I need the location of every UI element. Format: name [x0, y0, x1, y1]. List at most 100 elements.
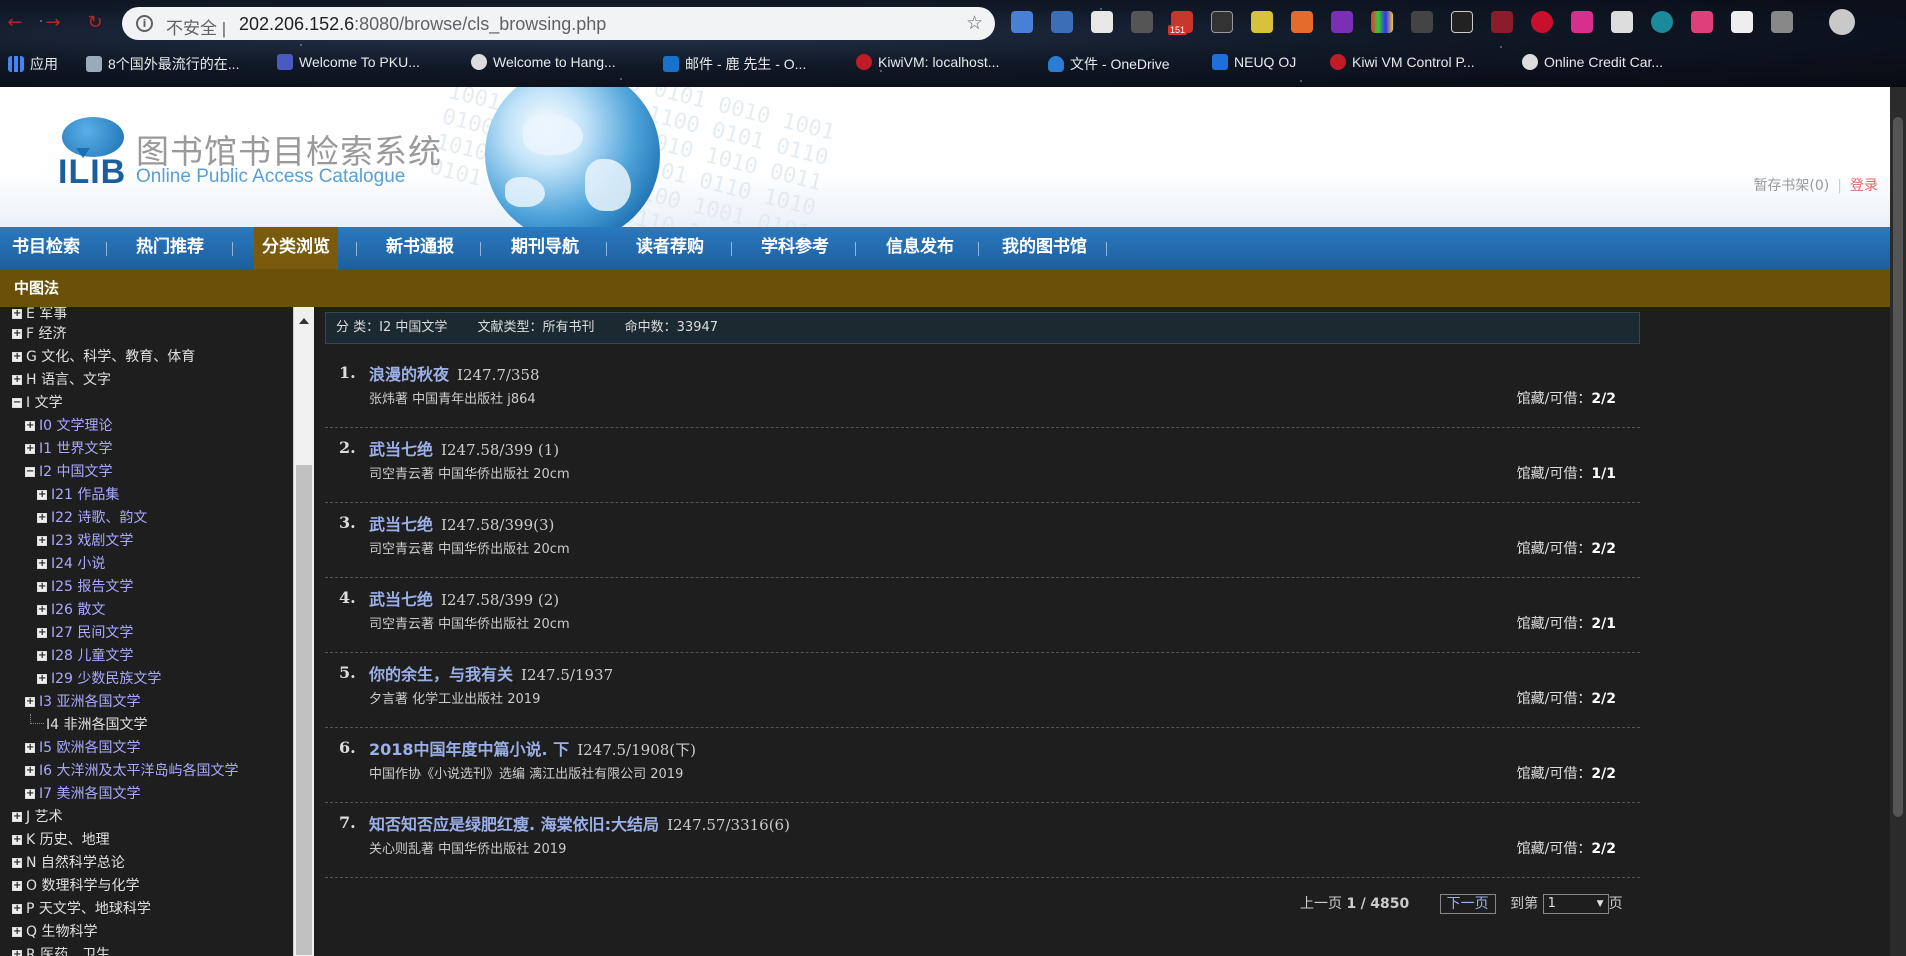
bookmark-item[interactable]: 8个国外最流行的在...: [86, 54, 239, 74]
bookmark-item[interactable]: Online Credit Car...: [1522, 54, 1663, 70]
profile-avatar[interactable]: [1829, 9, 1855, 35]
nav-search[interactable]: 书目检索: [12, 227, 80, 269]
reload-button[interactable]: ↻: [84, 12, 106, 34]
extension-icon[interactable]: [1451, 11, 1473, 33]
tree-node[interactable]: + I6 大洋洲及太平洋岛屿各国文学: [25, 760, 239, 780]
extension-icon[interactable]: [1691, 11, 1713, 33]
extension-icon[interactable]: [1051, 11, 1073, 33]
scroll-up-icon[interactable]: [299, 313, 309, 324]
result-title-link[interactable]: 武当七绝 I247.58/399(3): [369, 511, 554, 535]
tree-node-selected[interactable]: − I2 中国文学: [25, 461, 113, 481]
extension-icon[interactable]: [1371, 11, 1393, 33]
bookmark-item[interactable]: 邮件 - 鹿 先生 - O...: [663, 54, 806, 74]
result-title-link[interactable]: 武当七绝 I247.58/399 (1): [369, 436, 559, 460]
tree-node[interactable]: + I3 亚洲各国文学: [25, 691, 141, 711]
tree-node[interactable]: + I21 作品集: [37, 484, 119, 504]
extension-icon[interactable]: [1571, 11, 1593, 33]
tree-node[interactable]: + I1 世界文学: [25, 438, 113, 458]
extension-icon[interactable]: [1651, 11, 1673, 33]
extension-icon[interactable]: [1611, 11, 1633, 33]
bookmark-apps[interactable]: 应用: [8, 54, 58, 74]
tree-node[interactable]: + E 军事: [12, 307, 67, 323]
tree-node[interactable]: + I24 小说: [37, 553, 105, 573]
bookmark-star-icon[interactable]: ☆: [966, 12, 983, 34]
next-page-button[interactable]: 下一页: [1439, 894, 1496, 914]
nav-recommend[interactable]: 读者荐购: [636, 227, 704, 269]
result-title-link[interactable]: 你的余生，与我有关 I247.5/1937: [369, 661, 613, 685]
insecure-label: 不安全 |: [166, 19, 227, 38]
bookmark-item[interactable]: KiwiVM: localhost...: [856, 54, 999, 70]
result-title-link[interactable]: 浪漫的秋夜 I247.7/358: [369, 361, 540, 385]
extension-icon[interactable]: [1011, 11, 1033, 33]
tree-node-expanded[interactable]: − I 文学: [12, 392, 63, 412]
extension-icon[interactable]: [1731, 11, 1753, 33]
result-meta: 中国作协《小说选刊》选编 漓江出版社有限公司 2019: [369, 767, 684, 782]
url-text[interactable]: 202.206.152.6:8080/browse/cls_browsing.p…: [239, 14, 606, 35]
tree-node-leaf[interactable]: I4 非洲各国文学: [30, 714, 148, 734]
tree-node[interactable]: + I7 美洲各国文学: [25, 783, 141, 803]
tree-node[interactable]: + G 文化、科学、教育、体育: [12, 346, 195, 366]
page-scrollbar-thumb[interactable]: [1893, 117, 1903, 817]
tree-node[interactable]: + I0 文学理论: [25, 415, 113, 435]
login-link[interactable]: 登录: [1850, 178, 1878, 194]
extension-icon[interactable]: [1771, 11, 1793, 33]
tree-node[interactable]: + I27 民间文学: [37, 622, 133, 642]
forward-button[interactable]: →: [42, 12, 64, 34]
extension-icon[interactable]: [1131, 11, 1153, 33]
tree-node[interactable]: + N 自然科学总论: [12, 852, 125, 872]
tree-node[interactable]: + I29 少数民族文学: [37, 668, 161, 688]
nav-popular[interactable]: 热门推荐: [136, 227, 204, 269]
extension-icon[interactable]: [1251, 11, 1273, 33]
adblock-icon[interactable]: [1531, 11, 1553, 33]
result-number: 7.: [339, 813, 356, 832]
main-nav: 书目检索 热门推荐 分类浏览 新书通报 期刊导航 读者荐购 学科参考 信息发布 …: [0, 227, 1890, 269]
address-bar[interactable]: i 不安全 | 202.206.152.6:8080/browse/cls_br…: [122, 7, 995, 40]
tree-node[interactable]: + H 语言、文字: [12, 369, 111, 389]
tree-node[interactable]: + R 医药、卫生: [12, 944, 110, 956]
tree-node[interactable]: + F 经济: [12, 323, 67, 343]
onenote-icon[interactable]: [1331, 11, 1353, 33]
goto-page-select[interactable]: 1: [1542, 894, 1609, 914]
extension-icon[interactable]: [1291, 11, 1313, 33]
result-title-link[interactable]: 武当七绝 I247.58/399 (2): [369, 586, 559, 610]
tree-node[interactable]: + I28 儿童文学: [37, 645, 133, 665]
tree-node[interactable]: + P 天文学、地球科学: [12, 898, 151, 918]
holdings: 馆藏/可借：2/2: [1516, 541, 1616, 557]
info-icon[interactable]: i: [136, 15, 153, 32]
bookmark-item[interactable]: NEUQ OJ: [1212, 54, 1296, 70]
result-title-link[interactable]: 知否知否应是绿肥红瘦. 海棠依旧:大结局 I247.57/3316(6): [369, 811, 790, 835]
tree-node[interactable]: + I26 散文: [37, 599, 105, 619]
tree-node[interactable]: + Q 生物科学: [12, 921, 97, 941]
scrollbar-thumb[interactable]: [296, 465, 312, 955]
nav-journals[interactable]: 期刊导航: [511, 227, 579, 269]
tree-node[interactable]: + I22 诗歌、韵文: [37, 507, 147, 527]
tree-scrollbar[interactable]: [293, 307, 314, 956]
nav-my-library[interactable]: 我的图书馆: [1002, 227, 1087, 269]
tree-node[interactable]: + I5 欧洲各国文学: [25, 737, 141, 757]
nav-new-books[interactable]: 新书通报: [386, 227, 454, 269]
logo-icon: [62, 117, 124, 158]
back-button[interactable]: ←: [4, 12, 26, 34]
nav-subject[interactable]: 学科参考: [761, 227, 829, 269]
tree-node[interactable]: + O 数理科学与化学: [12, 875, 139, 895]
extension-icon[interactable]: [1211, 11, 1233, 33]
page-scrollbar[interactable]: [1890, 87, 1906, 956]
extension-icon[interactable]: [1491, 11, 1513, 33]
tree-node[interactable]: + I23 戏剧文学: [37, 530, 133, 550]
bookmark-item[interactable]: Welcome To PKU...: [277, 54, 420, 70]
page-separator: /: [1360, 896, 1366, 912]
result-meta: 张炜著 中国青年出版社 j864: [369, 392, 536, 407]
extension-icon[interactable]: [1091, 11, 1113, 33]
nav-info[interactable]: 信息发布: [886, 227, 954, 269]
result-title-link[interactable]: 2018中国年度中篇小说. 下 I247.5/1908(下): [369, 736, 696, 760]
result-meta: 夕言著 化学工业出版社 2019: [369, 692, 541, 707]
shelf-link[interactable]: 暂存书架(0): [1753, 178, 1829, 194]
bookmark-item[interactable]: Welcome to Hang...: [471, 54, 616, 70]
bookmark-item[interactable]: 文件 - OneDrive: [1048, 54, 1170, 74]
bookmark-item[interactable]: Kiwi VM Control P...: [1330, 54, 1475, 70]
tree-node[interactable]: + I25 报告文学: [37, 576, 133, 596]
nav-classification[interactable]: 分类浏览: [254, 227, 338, 269]
tree-node[interactable]: + J 艺术: [12, 806, 63, 826]
extension-icon[interactable]: [1411, 11, 1433, 33]
tree-node[interactable]: + K 历史、地理: [12, 829, 110, 849]
